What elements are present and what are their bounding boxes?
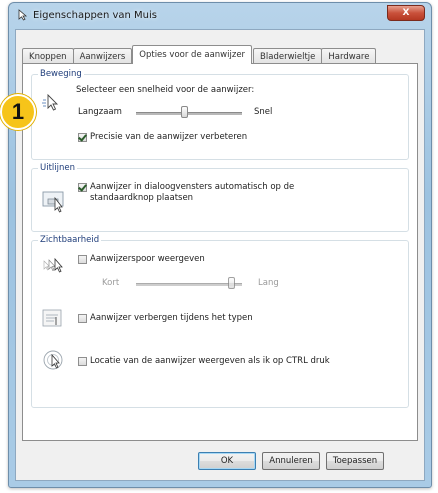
speed-slow-label: Langzaam	[78, 107, 122, 117]
step-number: 1	[11, 99, 25, 124]
pointer-speed-thumb[interactable]	[180, 106, 188, 118]
trail-short-label: Kort	[102, 278, 120, 288]
ok-button[interactable]: OK	[198, 452, 256, 470]
mouse-properties-window: Eigenschappen van Muis X Knoppen Aanwijz…	[8, 2, 432, 488]
apply-button[interactable]: Toepassen	[326, 452, 384, 470]
dialog-client: Knoppen Aanwijzers Opties voor de aanwij…	[15, 29, 425, 481]
pointer-trail-length-slider[interactable]	[136, 283, 242, 286]
hide-pointer-icon	[42, 307, 68, 331]
speed-fast-label: Snel	[254, 107, 273, 117]
snap-group-title: Uitlijnen	[38, 163, 78, 173]
tab-pointer-options[interactable]: Opties voor de aanwijzer	[132, 45, 253, 64]
snap-to-default-icon	[42, 189, 68, 213]
motion-group: Beweging Selecteer een snelheid voor de …	[31, 69, 409, 160]
visibility-group-title: Zichtbaarheid	[38, 235, 102, 245]
hide-while-typing-checkbox[interactable]	[78, 314, 87, 323]
show-location-ctrl-checkbox[interactable]	[78, 357, 87, 366]
visibility-group: Zichtbaarheid Aanwijzerspoor weergeven K…	[31, 235, 409, 408]
tab-strip: Knoppen Aanwijzers Opties voor de aanwij…	[22, 44, 418, 64]
snap-label-line2: standaardknop plaatsen	[90, 193, 194, 203]
hide-while-typing-label: Aanwijzer verbergen tijdens het typen	[90, 313, 253, 323]
snap-label-line1: Aanwijzer in dialoogvensters automatisch…	[90, 182, 295, 192]
tab-knoppen[interactable]: Knoppen	[22, 48, 74, 64]
cancel-button[interactable]: Annuleren	[262, 452, 320, 470]
step-number-badge: 1	[0, 94, 36, 130]
locate-pointer-icon	[42, 349, 68, 373]
title-bar[interactable]: Eigenschappen van Muis X	[9, 3, 431, 27]
tab-hardware[interactable]: Hardware	[321, 48, 377, 64]
snap-to-default-checkbox[interactable]	[78, 183, 87, 192]
pointer-speed-icon	[42, 91, 68, 115]
tab-panel: Beweging Selecteer een snelheid voor de …	[22, 63, 418, 441]
window-title: Eigenschappen van Muis	[33, 9, 157, 21]
precision-label: Precisie van de aanwijzer verbeteren	[90, 132, 248, 142]
show-location-ctrl-label: Locatie van de aanwijzer weergeven als i…	[90, 356, 330, 366]
pointer-trails-checkbox[interactable]	[78, 255, 87, 264]
speed-description: Selecteer een snelheid voor de aanwijzer…	[76, 85, 255, 95]
pointer-trails-icon	[42, 255, 68, 279]
pointer-speed-slider[interactable]	[136, 112, 242, 115]
tab-bladerwieltje[interactable]: Bladerwieltje	[253, 48, 323, 64]
close-icon: X	[402, 8, 410, 18]
motion-group-title: Beweging	[38, 69, 84, 79]
pointer-trails-label: Aanwijzerspoor weergeven	[90, 254, 205, 264]
mouse-icon	[17, 9, 29, 21]
snap-group: Uitlijnen Aanwijzer in dialoogvensters a…	[31, 163, 409, 232]
close-button[interactable]: X	[387, 5, 425, 21]
precision-checkbox[interactable]	[78, 133, 87, 142]
tab-aanwijzers[interactable]: Aanwijzers	[72, 48, 133, 64]
pointer-trail-length-thumb[interactable]	[228, 277, 236, 289]
trail-long-label: Lang	[258, 278, 279, 288]
